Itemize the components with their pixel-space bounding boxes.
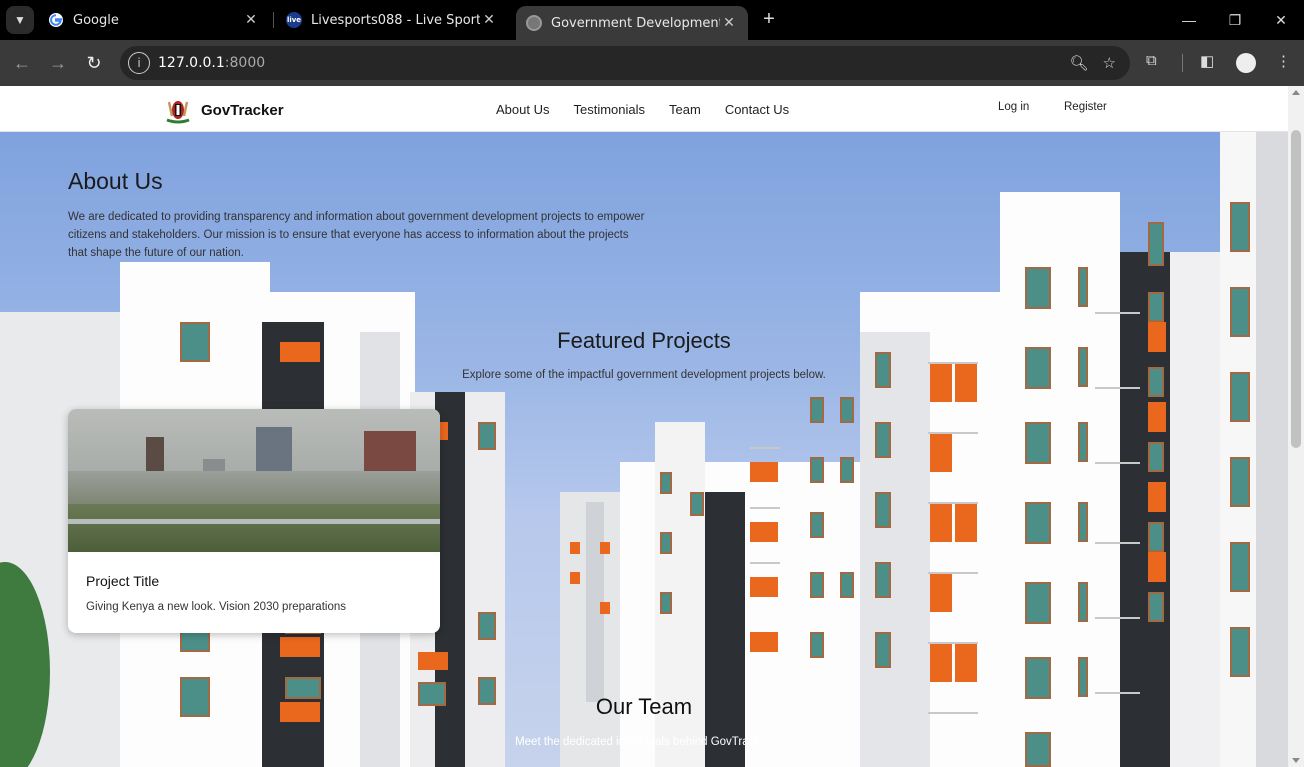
- register-link[interactable]: Register: [1064, 101, 1107, 113]
- close-icon[interactable]: ✕: [720, 15, 738, 31]
- tab-label: Google: [73, 12, 119, 28]
- url-text[interactable]: 127.0.0.1:8000: [158, 55, 265, 71]
- page-scrollbar[interactable]: [1288, 86, 1304, 767]
- tab-search-button[interactable]: ▼: [6, 6, 34, 34]
- more-menu-icon[interactable]: ⋮: [1276, 52, 1291, 70]
- google-icon: [49, 13, 63, 27]
- star-icon[interactable]: ☆: [1103, 54, 1116, 72]
- nav-contact-us[interactable]: Contact Us: [725, 102, 789, 117]
- nav-testimonials[interactable]: Testimonials: [573, 102, 645, 117]
- globe-icon: [526, 15, 542, 31]
- scroll-down-arrow[interactable]: [1292, 758, 1300, 763]
- minimize-icon: —: [1182, 12, 1196, 28]
- brand[interactable]: GovTracker: [164, 96, 284, 124]
- zoom-icon[interactable]: 🔍︎: [1070, 54, 1089, 72]
- forward-button[interactable]: →: [46, 52, 70, 74]
- project-image: [68, 409, 440, 552]
- tab-divider: [273, 12, 274, 28]
- page-viewport: GovTracker About Us Testimonials Team Co…: [0, 86, 1304, 767]
- extensions-icon[interactable]: ⧉: [1146, 52, 1157, 69]
- featured-subtitle: Explore some of the impactful government…: [462, 369, 826, 381]
- close-window-button[interactable]: ✕: [1258, 0, 1304, 40]
- restore-button[interactable]: ❐: [1212, 0, 1258, 40]
- nav-about-us[interactable]: About Us: [496, 102, 549, 117]
- tab-label: Government Development Proj: [551, 15, 720, 31]
- team-title: Our Team: [595, 694, 693, 719]
- restore-icon: ❐: [1228, 11, 1242, 28]
- livesports-icon: live: [286, 12, 302, 28]
- login-link[interactable]: Log in: [998, 101, 1029, 113]
- url-port: :8000: [224, 55, 266, 71]
- scroll-up-arrow[interactable]: [1292, 90, 1300, 95]
- url-host: 127.0.0.1: [158, 55, 225, 71]
- site-navbar: GovTracker About Us Testimonials Team Co…: [0, 86, 1288, 132]
- arrow-left-icon: ←: [13, 53, 31, 73]
- site-info-icon[interactable]: i: [128, 52, 150, 74]
- browser-toolbar: ← → ↻ i 127.0.0.1:8000 🔍︎ ☆ ⧉ ◧ ⋮: [0, 40, 1304, 86]
- chevron-down-icon: ▼: [14, 13, 26, 27]
- tab-google[interactable]: Google ✕: [38, 6, 270, 34]
- team-subtitle: Meet the dedicated individuals behind Go…: [515, 736, 773, 748]
- profile-avatar[interactable]: [1236, 53, 1256, 73]
- tab-label: Livesports088 - Live Sport Strea: [311, 12, 480, 28]
- address-bar[interactable]: i 127.0.0.1:8000 🔍︎ ☆: [120, 46, 1130, 80]
- project-card[interactable]: Project Title Giving Kenya a new look. V…: [68, 409, 440, 633]
- reload-button[interactable]: ↻: [82, 52, 106, 74]
- reload-icon: ↻: [86, 53, 102, 73]
- side-panel-icon[interactable]: ◧: [1200, 52, 1214, 70]
- main-menu: About Us Testimonials Team Contact Us: [496, 102, 789, 117]
- close-icon[interactable]: ✕: [480, 12, 498, 28]
- about-text: We are dedicated to providing transparen…: [68, 211, 645, 259]
- minimize-button[interactable]: —: [1166, 0, 1212, 40]
- browser-tab-bar: ▼ Google ✕ live Livesports088 - Live Spo…: [0, 0, 1304, 40]
- arrow-right-icon: →: [49, 53, 67, 73]
- scroll-thumb[interactable]: [1291, 130, 1301, 448]
- project-card-description: Giving Kenya a new look. Vision 2030 pre…: [86, 601, 346, 613]
- hero-section: About Us We are dedicated to providing t…: [0, 132, 1288, 767]
- tab-livesports[interactable]: live Livesports088 - Live Sport Strea ✕: [276, 6, 508, 34]
- nav-team[interactable]: Team: [669, 102, 701, 117]
- toolbar-divider: [1182, 54, 1183, 72]
- back-button[interactable]: ←: [10, 52, 34, 74]
- new-tab-button[interactable]: +: [758, 8, 780, 30]
- project-card-title: Project Title: [86, 573, 160, 589]
- featured-title: Featured Projects: [557, 328, 731, 353]
- close-icon: ✕: [1275, 11, 1287, 28]
- coat-of-arms-logo: [166, 101, 190, 124]
- brand-name: GovTracker: [201, 101, 284, 119]
- about-title: About Us: [68, 168, 163, 194]
- tab-government-projects[interactable]: Government Development Proj ✕: [516, 6, 748, 40]
- close-icon[interactable]: ✕: [242, 12, 260, 28]
